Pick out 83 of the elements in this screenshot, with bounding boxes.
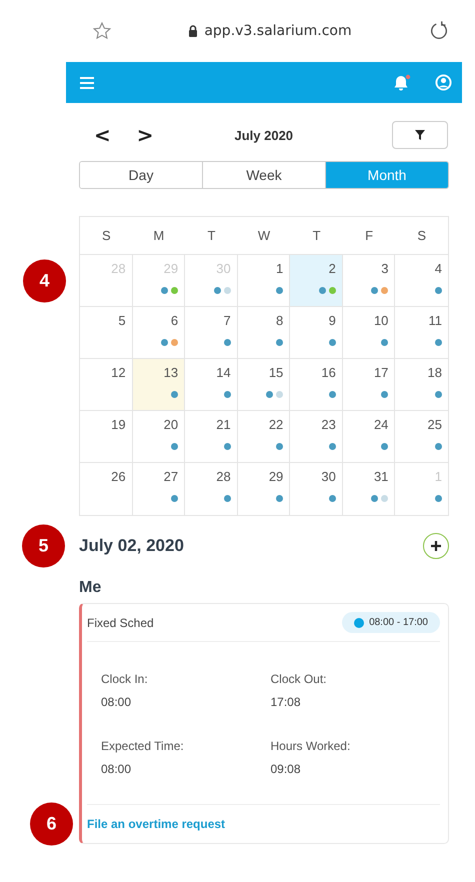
previous-button[interactable]: < — [90, 123, 115, 147]
field-label: Hours Worked: — [270, 739, 352, 753]
day-number: 9 — [328, 313, 336, 328]
day-number: 17 — [374, 365, 388, 380]
plus-icon — [430, 540, 442, 552]
bell-icon[interactable] — [393, 74, 411, 92]
day-number: 13 — [164, 365, 178, 380]
day-cell[interactable]: 7 — [185, 307, 238, 359]
next-button[interactable]: > — [132, 123, 158, 147]
day-number: 24 — [374, 417, 388, 432]
day-number: 2 — [328, 261, 336, 276]
day-number: 14 — [216, 365, 231, 380]
step-marker: 4 — [23, 260, 66, 302]
day-number: 25 — [428, 417, 442, 432]
day-cell[interactable]: 2 — [290, 255, 343, 307]
lock-icon — [188, 25, 198, 37]
day-number: 20 — [164, 417, 178, 432]
star-icon[interactable] — [92, 21, 112, 41]
day-cell[interactable]: 14 — [185, 359, 238, 411]
day-cell[interactable]: 15 — [238, 359, 290, 411]
day-number: 23 — [321, 417, 336, 432]
field-value: 17:08 — [270, 695, 302, 709]
step-marker: 6 — [30, 802, 73, 846]
day-number: 15 — [268, 365, 284, 380]
day-cell[interactable]: 8 — [238, 307, 290, 359]
filter-button[interactable] — [392, 121, 448, 149]
day-cell[interactable]: 24 — [342, 411, 396, 463]
day-cell[interactable]: 3 — [342, 255, 396, 307]
day-cell[interactable]: 6 — [132, 307, 186, 359]
day-number: 16 — [321, 365, 336, 380]
day-cell[interactable]: 29 — [238, 463, 290, 515]
day-number: 1 — [276, 261, 284, 276]
day-number: 27 — [164, 469, 178, 484]
day-number: 3 — [381, 261, 388, 276]
add-button[interactable] — [423, 533, 449, 559]
day-cell[interactable]: 9 — [290, 307, 343, 359]
day-number: 30 — [321, 469, 336, 484]
day-cell[interactable]: 20 — [132, 411, 186, 463]
step-marker: 5 — [22, 524, 65, 568]
day-number: 26 — [111, 469, 126, 484]
day-number: 6 — [170, 313, 178, 328]
schedule-title: Fixed Sched — [87, 616, 154, 630]
url-text[interactable]: app.v3.salarium.com — [204, 23, 352, 39]
month-title: July 2020 — [233, 128, 294, 142]
field-label: Clock Out: — [270, 672, 328, 686]
day-number: 10 — [374, 313, 388, 328]
view-tab[interactable]: Day — [80, 162, 203, 188]
day-number: 7 — [223, 313, 231, 328]
day-cell[interactable]: 27 — [132, 463, 186, 515]
day-cell[interactable]: 22 — [238, 411, 290, 463]
day-cell[interactable]: 5 — [80, 307, 133, 359]
day-number: 18 — [428, 365, 442, 380]
day-number: 5 — [118, 313, 126, 328]
day-cell[interactable]: 17 — [342, 359, 396, 411]
profile-icon[interactable] — [435, 74, 452, 91]
day-number: 4 — [434, 261, 442, 276]
day-cell[interactable]: 1 — [238, 255, 290, 307]
day-number: 21 — [216, 417, 231, 432]
group-heading: Me — [79, 579, 102, 597]
menu-icon[interactable] — [80, 76, 94, 88]
day-cell[interactable]: 12 — [80, 359, 133, 411]
day-number: 29 — [268, 469, 284, 484]
day-number: 22 — [268, 417, 284, 432]
day-number: 8 — [276, 313, 284, 328]
day-number: 12 — [111, 365, 126, 380]
time-badge: 08:00 - 17:00 — [342, 612, 440, 633]
day-cell[interactable]: 10 — [342, 307, 396, 359]
day-cell[interactable]: 16 — [290, 359, 343, 411]
field-label: Expected Time: — [101, 739, 185, 753]
day-number: 28 — [216, 469, 231, 484]
field-value: 08:00 — [101, 695, 132, 709]
field-value: 08:00 — [101, 762, 132, 776]
day-number: 11 — [428, 313, 442, 328]
day-cell[interactable]: 21 — [185, 411, 238, 463]
field-label: Clock In: — [101, 672, 149, 686]
selected-date-heading: July 02, 2020 — [79, 536, 184, 556]
day-cell[interactable]: 19 — [80, 411, 133, 463]
day-cell[interactable]: 23 — [290, 411, 343, 463]
day-cell[interactable]: 13 — [132, 359, 186, 411]
field-value: 09:08 — [270, 762, 302, 776]
day-number: 31 — [374, 469, 388, 484]
day-number: 19 — [111, 417, 126, 432]
filter-icon — [415, 130, 425, 140]
